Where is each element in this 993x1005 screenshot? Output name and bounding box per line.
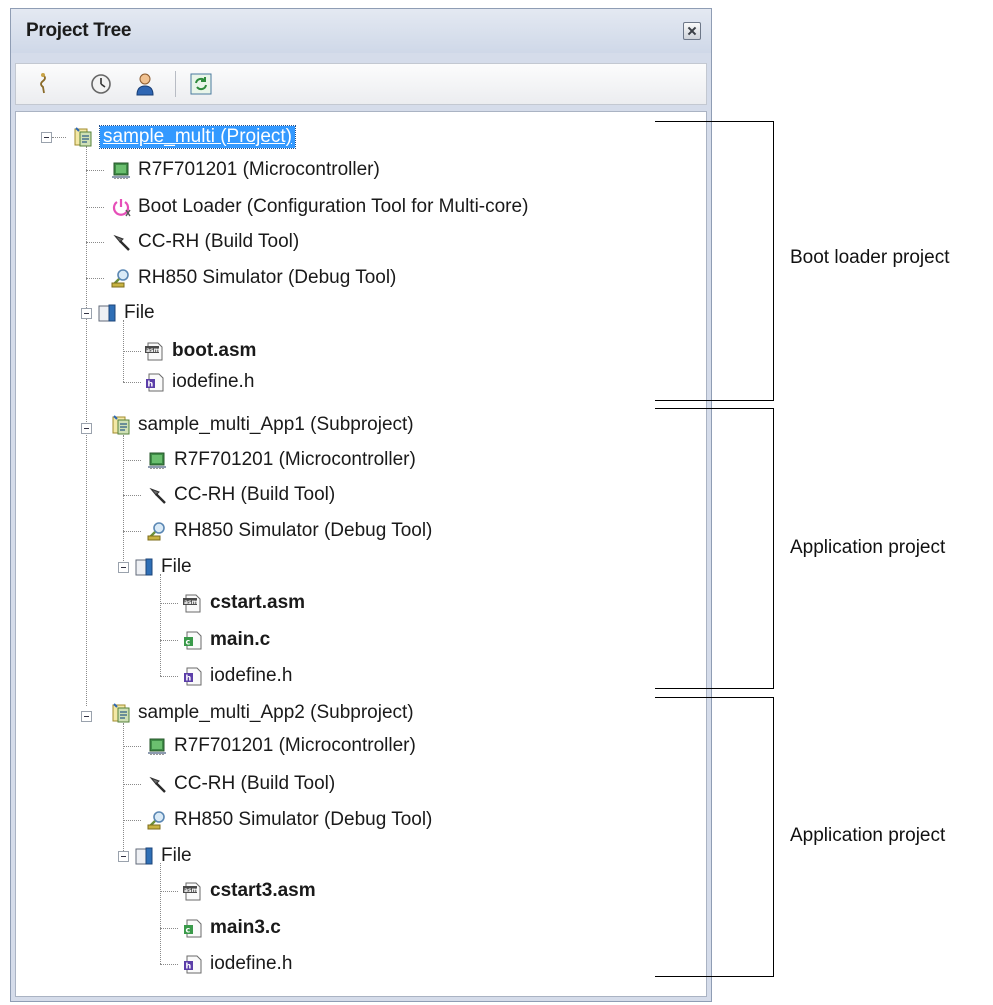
tree-node-project[interactable]: sample_multi (Project): [72, 122, 296, 152]
debug-tool-icon: [110, 267, 132, 289]
tree-node-subproject-app2[interactable]: sample_multi_App2 (Subproject): [110, 698, 414, 728]
tree-node-file[interactable]: cstart.asm: [182, 588, 305, 618]
person-icon[interactable]: [132, 71, 158, 97]
project-icon: [110, 702, 132, 724]
hammer-icon: [146, 484, 168, 506]
tree-node-file[interactable]: main.c: [182, 625, 270, 655]
refresh-icon[interactable]: [188, 71, 214, 97]
expander[interactable]: [81, 711, 92, 722]
toolbar: [15, 63, 707, 105]
tree-node-file-folder[interactable]: File: [96, 298, 155, 328]
tree-node-file[interactable]: main3.c: [182, 913, 281, 943]
clock-icon[interactable]: [88, 71, 114, 97]
debug-tool-icon: [146, 809, 168, 831]
expander[interactable]: [118, 562, 129, 573]
application-bracket-1: [655, 408, 774, 689]
tree-node-file[interactable]: boot.asm: [144, 336, 256, 366]
tree-node-microcontroller[interactable]: R7F701201 (Microcontroller): [110, 155, 380, 185]
expander[interactable]: [41, 132, 52, 143]
c-file-icon: [182, 917, 204, 939]
panel-titlebar: Project Tree: [11, 9, 711, 53]
asm-file-icon: [182, 880, 204, 902]
expander[interactable]: [118, 851, 129, 862]
c-file-icon: [182, 629, 204, 651]
tree-node-debug-tool[interactable]: RH850 Simulator (Debug Tool): [146, 805, 432, 835]
wand-icon[interactable]: [32, 71, 58, 97]
tree-node-file[interactable]: iodefine.h: [144, 367, 254, 397]
tree-node-file-folder[interactable]: File: [133, 841, 192, 871]
application-bracket-2: [655, 697, 774, 977]
tree-node-build-tool[interactable]: CC-RH (Build Tool): [110, 227, 299, 257]
folder-icon: [133, 845, 155, 867]
tree-node-boot-loader[interactable]: Boot Loader (Configuration Tool for Mult…: [110, 192, 528, 222]
folder-icon: [133, 556, 155, 578]
tree-node-file[interactable]: cstart3.asm: [182, 876, 316, 906]
hammer-icon: [146, 773, 168, 795]
tree-node-file-folder[interactable]: File: [133, 552, 192, 582]
tree-node-build-tool[interactable]: CC-RH (Build Tool): [146, 769, 335, 799]
tree-node-microcontroller[interactable]: R7F701201 (Microcontroller): [146, 731, 416, 761]
tree-node-file[interactable]: iodefine.h: [182, 949, 292, 979]
application-project-label: Application project: [790, 537, 946, 558]
tree-node-microcontroller[interactable]: R7F701201 (Microcontroller): [146, 445, 416, 475]
header-file-icon: [144, 371, 166, 393]
tree-node-debug-tool[interactable]: RH850 Simulator (Debug Tool): [110, 263, 396, 293]
microcontroller-icon: [146, 735, 168, 757]
header-file-icon: [182, 665, 204, 687]
application-project-label: Application project: [790, 825, 946, 846]
toolbar-separator: [175, 71, 176, 97]
boot-loader-project-label: Boot loader project: [790, 247, 950, 268]
expander[interactable]: [81, 423, 92, 434]
folder-icon: [96, 302, 118, 324]
hammer-icon: [110, 231, 132, 253]
tree-node-file[interactable]: iodefine.h: [182, 661, 292, 691]
power-icon: [110, 196, 132, 218]
close-icon[interactable]: [683, 22, 701, 40]
microcontroller-icon: [146, 449, 168, 471]
debug-tool-icon: [146, 520, 168, 542]
project-icon: [72, 126, 94, 148]
tree-node-subproject-app1[interactable]: sample_multi_App1 (Subproject): [110, 410, 414, 440]
tree-node-debug-tool[interactable]: RH850 Simulator (Debug Tool): [146, 516, 432, 546]
expander[interactable]: [81, 308, 92, 319]
boot-loader-bracket: [655, 121, 774, 401]
header-file-icon: [182, 953, 204, 975]
asm-file-icon: [144, 340, 166, 362]
tree-node-build-tool[interactable]: CC-RH (Build Tool): [146, 480, 335, 510]
panel-title: Project Tree: [26, 20, 132, 41]
microcontroller-icon: [110, 159, 132, 181]
asm-file-icon: [182, 592, 204, 614]
project-icon: [110, 414, 132, 436]
